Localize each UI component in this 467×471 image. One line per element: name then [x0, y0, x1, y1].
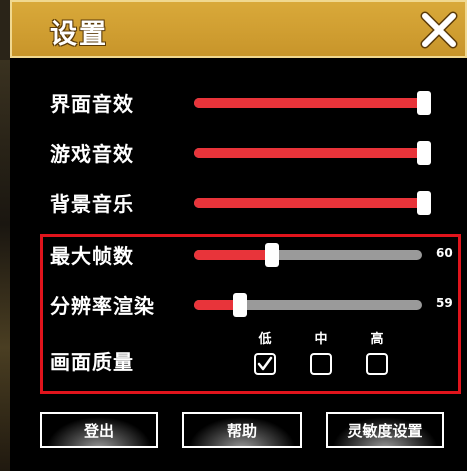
slider-label: 背景音乐 [50, 192, 134, 216]
page-title: 设置 [50, 19, 108, 50]
game-sound-slider[interactable] [194, 141, 431, 165]
settings-header: 设置 [10, 0, 467, 58]
slider-fill [194, 148, 424, 158]
close-icon[interactable] [417, 8, 461, 52]
slider-label: 游戏音效 [50, 142, 134, 166]
sensitivity-settings-button[interactable]: 灵敏度设置 [326, 412, 444, 448]
slider-row-ui-sound: 界面音效 [10, 82, 467, 122]
slider-fill [194, 198, 424, 208]
logout-button[interactable]: 登出 [40, 412, 158, 448]
slider-row-game-sound: 游戏音效 [10, 132, 467, 172]
slider-handle[interactable] [417, 141, 431, 165]
slider-handle[interactable] [417, 91, 431, 115]
slider-handle[interactable] [417, 191, 431, 215]
slider-fill [194, 98, 424, 108]
ui-sound-slider[interactable] [194, 91, 431, 115]
slider-row-background-music: 背景音乐 [10, 182, 467, 222]
settings-panel: 界面音效 游戏音效 背景音乐 最大帧数 60 分辨率渲染 59 画面质量 低 中… [10, 58, 467, 471]
highlight-box [40, 234, 461, 394]
slider-label: 界面音效 [50, 92, 134, 116]
background-music-slider[interactable] [194, 191, 431, 215]
help-button[interactable]: 帮助 [182, 412, 302, 448]
